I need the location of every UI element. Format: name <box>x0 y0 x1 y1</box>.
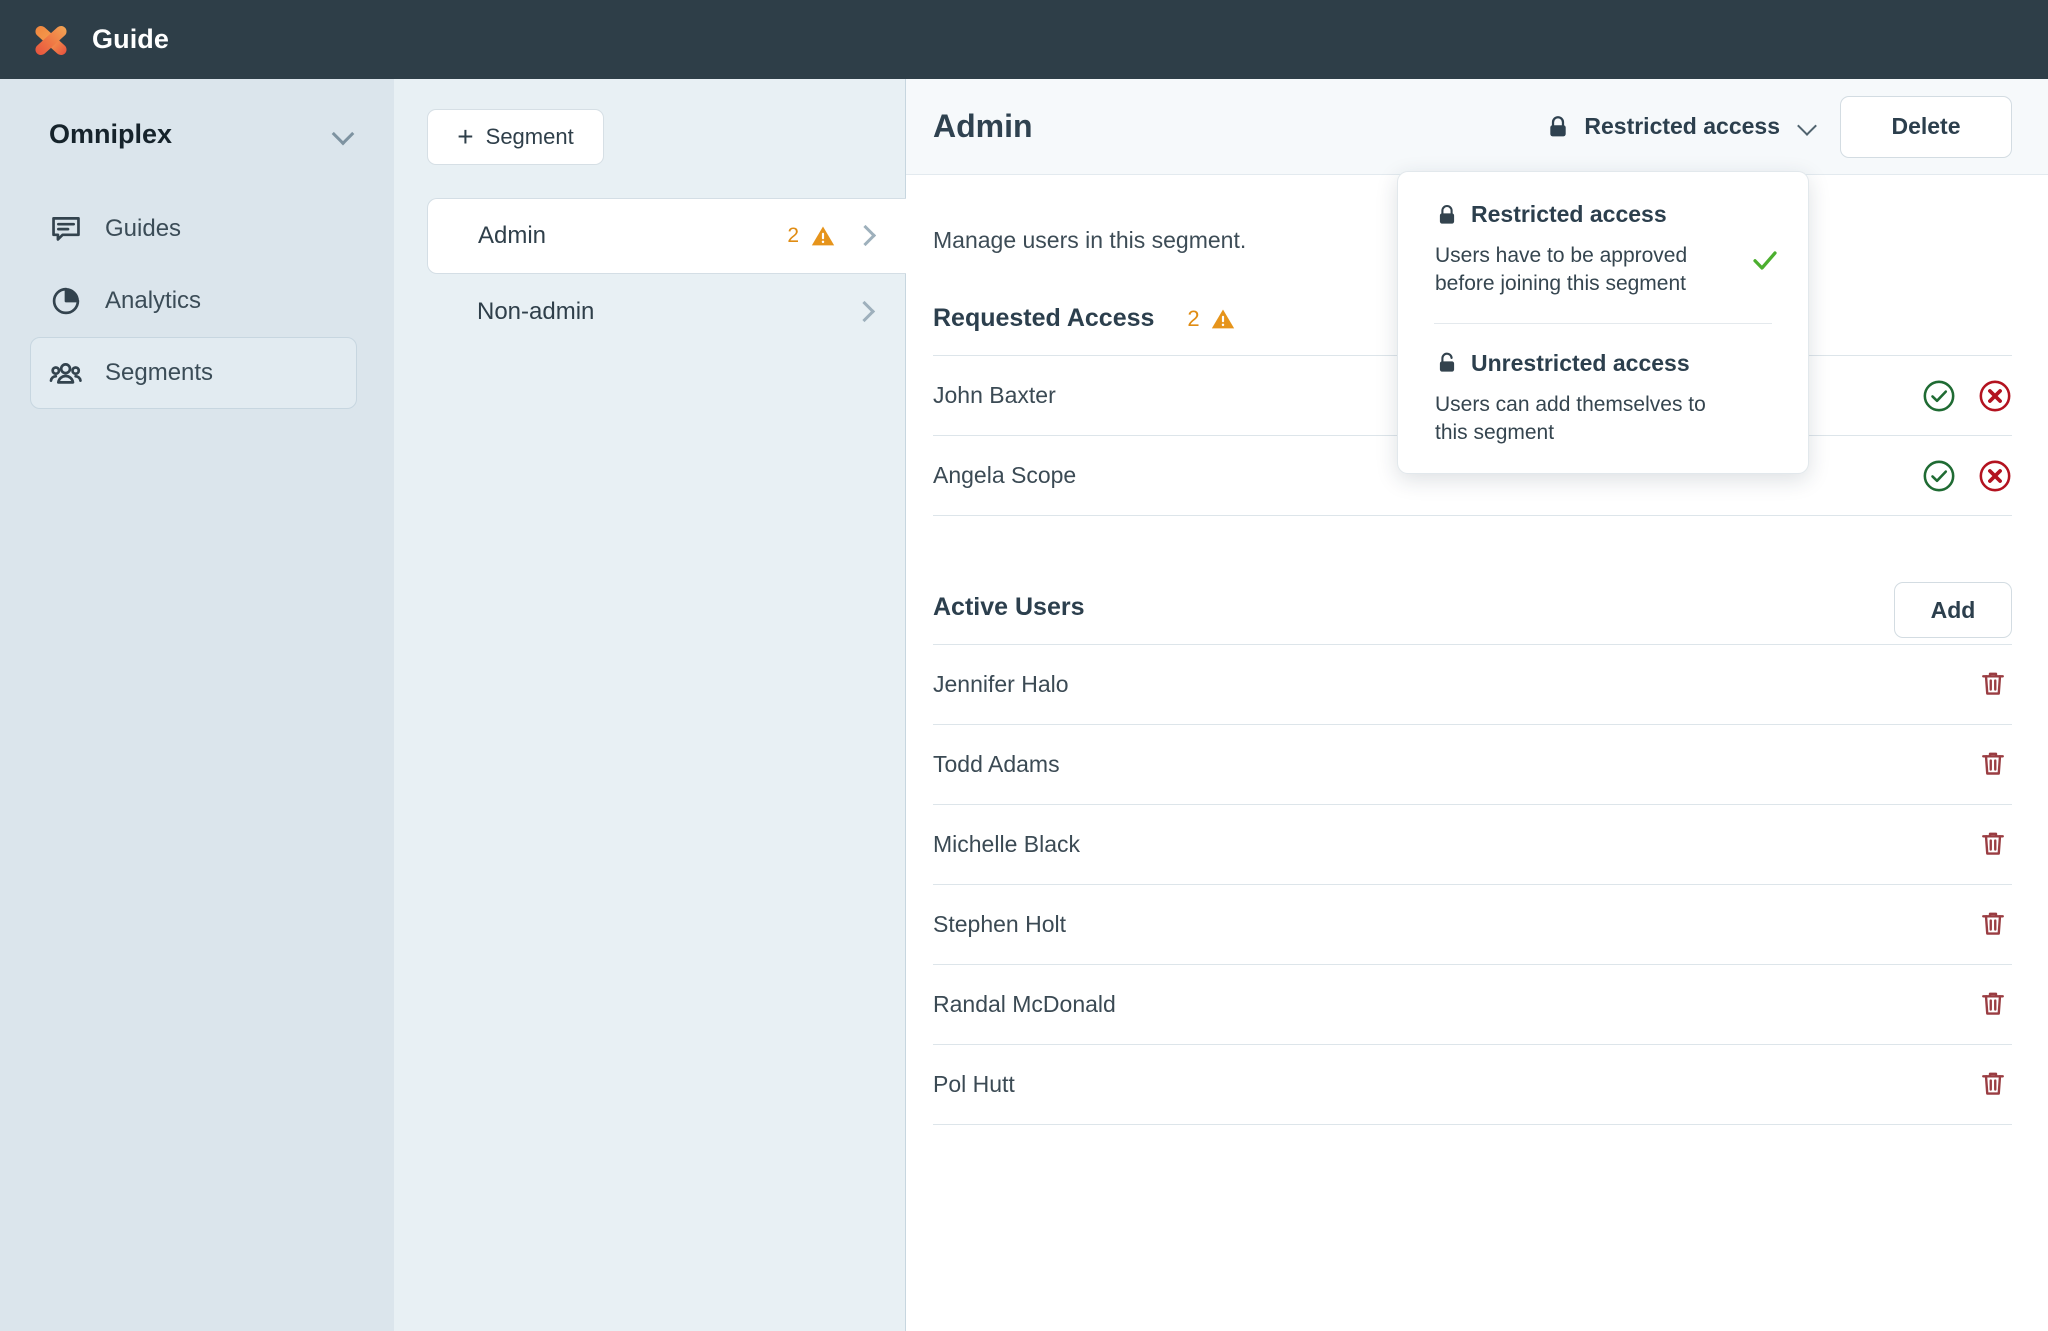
sidebar: Omniplex Guides Analytics Segments <box>0 79 394 1331</box>
segment-row-non-admin[interactable]: Non-admin <box>427 274 905 350</box>
x-logo-icon <box>30 19 72 61</box>
table-row: Randal McDonald <box>933 965 2012 1045</box>
active-user-name: Pol Hutt <box>933 1071 1015 1097</box>
requested-user-name: John Baxter <box>933 382 1056 408</box>
workspace-switcher[interactable]: Omniplex <box>0 101 394 167</box>
row-actions <box>1922 379 2012 413</box>
row-actions <box>1922 459 2012 493</box>
sidebar-item-label: Guides <box>105 215 182 242</box>
segment-row-admin[interactable]: Admin 2 <box>427 198 906 274</box>
table-row: Todd Adams <box>933 725 2012 805</box>
active-user-name: Stephen Holt <box>933 911 1066 937</box>
brand-title: Guide <box>92 24 170 54</box>
dropdown-option-description: Users can add themselves to this segment <box>1435 392 1706 445</box>
check-circle-icon[interactable] <box>1922 379 1956 413</box>
dropdown-separator <box>1434 322 1772 324</box>
segment-row-count: 2 <box>787 224 799 247</box>
active-user-name: Jennifer Halo <box>933 671 1069 697</box>
add-user-button[interactable]: Add <box>1894 582 2012 638</box>
chevron-down-icon <box>1796 116 1818 138</box>
plus-icon: + <box>457 121 474 152</box>
users-group-icon <box>49 356 83 390</box>
access-level-label: Restricted access <box>1584 113 1780 139</box>
trash-icon[interactable] <box>1978 748 2012 782</box>
requested-user-name: Angela Scope <box>933 462 1077 488</box>
dropdown-option-restricted[interactable]: Restricted access Users have to be appro… <box>1398 201 1808 299</box>
section-title: Active Users <box>933 593 1085 621</box>
workspace-name: Omniplex <box>49 118 173 149</box>
trash-icon[interactable] <box>1978 828 2012 862</box>
table-row: Pol Hutt <box>933 1045 2012 1125</box>
sidebar-item-label: Analytics <box>105 287 202 314</box>
dropdown-option-unrestricted[interactable]: Unrestricted access Users can add themse… <box>1398 350 1808 448</box>
segment-row-label: Non-admin <box>477 298 595 325</box>
x-circle-icon[interactable] <box>1978 459 2012 493</box>
message-square-icon <box>49 212 83 246</box>
app-shell: Omniplex Guides Analytics Segments + Seg… <box>0 79 2048 1331</box>
page-title: Admin <box>933 108 1033 144</box>
trash-icon[interactable] <box>1978 988 2012 1022</box>
active-user-name: Michelle Black <box>933 831 1080 857</box>
segment-list-panel: + Segment Admin 2 Non-admin <box>394 79 906 1331</box>
row-actions <box>1978 1068 2012 1102</box>
new-segment-button[interactable]: + Segment <box>427 109 604 165</box>
sidebar-item-label: Segments <box>105 359 214 386</box>
warning-triangle-icon <box>1210 306 1236 332</box>
trash-icon[interactable] <box>1978 908 2012 942</box>
trash-icon[interactable] <box>1978 1068 2012 1102</box>
row-actions <box>1978 748 2012 782</box>
active-user-name: Randal McDonald <box>933 991 1116 1017</box>
table-row: Michelle Black <box>933 805 2012 885</box>
main-panel: Admin Restricted access Delete Restricte… <box>906 79 2048 1331</box>
row-actions <box>1978 988 2012 1022</box>
lock-closed-icon <box>1545 114 1571 140</box>
main-header: Admin Restricted access Delete <box>906 79 2048 175</box>
requested-access-count: 2 <box>1187 305 1200 331</box>
header-actions: Restricted access Delete <box>1545 95 2012 158</box>
lock-open-icon <box>1435 351 1459 375</box>
section-title: Requested Access <box>933 304 1155 332</box>
sidebar-item-segments[interactable]: Segments <box>30 337 357 409</box>
x-circle-icon[interactable] <box>1978 379 2012 413</box>
sidebar-nav: Guides Analytics Segments <box>0 193 394 409</box>
warning-triangle-icon <box>810 223 836 249</box>
lock-closed-icon <box>1435 203 1459 227</box>
segment-rows: Admin 2 Non-admin <box>394 198 906 350</box>
top-bar: Guide <box>0 0 2048 79</box>
row-actions <box>1978 908 2012 942</box>
pie-chart-icon <box>49 284 83 318</box>
access-level-dropdown-menu: Restricted access Users have to be appro… <box>1397 171 1809 475</box>
table-row: Stephen Holt <box>933 885 2012 965</box>
trash-icon[interactable] <box>1978 668 2012 702</box>
dropdown-option-title: Unrestricted access <box>1471 349 1690 376</box>
access-level-dropdown-trigger[interactable]: Restricted access <box>1545 113 1818 140</box>
check-circle-icon[interactable] <box>1922 459 1956 493</box>
chevron-right-icon <box>855 302 875 322</box>
row-actions <box>1978 668 2012 702</box>
sidebar-item-analytics[interactable]: Analytics <box>30 265 357 337</box>
chevron-right-icon <box>856 226 876 246</box>
delete-button[interactable]: Delete <box>1840 95 2012 158</box>
dropdown-option-title: Restricted access <box>1471 201 1667 227</box>
dropdown-option-header: Unrestricted access <box>1435 350 1770 377</box>
dropdown-option-header: Restricted access <box>1435 201 1770 228</box>
chevron-down-icon <box>332 123 354 145</box>
new-segment-label: Segment <box>485 124 574 149</box>
active-users-header: Active Users Add <box>933 582 2012 645</box>
segment-row-label: Admin <box>478 222 547 249</box>
dropdown-option-description: Users have to be approved before joining… <box>1435 244 1688 296</box>
check-icon <box>1750 245 1780 275</box>
table-row: Jennifer Halo <box>933 645 2012 725</box>
active-user-name: Todd Adams <box>933 751 1060 777</box>
row-actions <box>1978 828 2012 862</box>
sidebar-item-guides[interactable]: Guides <box>30 193 357 265</box>
